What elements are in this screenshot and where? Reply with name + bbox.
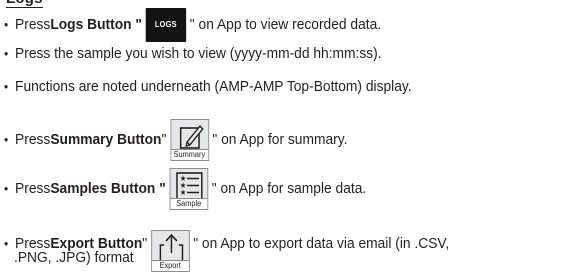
step-functions-text: Functions are noted underneath (AMP-AMP … — [15, 78, 412, 95]
export-arrow-icon: Export — [150, 230, 190, 272]
step-summary-bold: Summary Button — [50, 131, 162, 148]
bullet: • — [4, 181, 9, 196]
step-samples-pre: Press — [15, 180, 51, 197]
step-samples: • Press Samples Button " ★ ★ ★ Sample " … — [4, 168, 366, 210]
pencil-edit-icon: Summary — [170, 119, 209, 161]
step-logs-pre: Press — [15, 16, 51, 33]
logs-icon-label: LOGS — [154, 20, 177, 29]
step-summary-post: " on App for summary. — [212, 131, 348, 148]
step-export-continuation: .PNG, .JPG) format — [14, 249, 134, 266]
instructions-document: Logs • Press Logs Button " LOGS " on App… — [0, 0, 588, 272]
bullet: • — [4, 46, 9, 61]
svg-text:★: ★ — [180, 188, 187, 197]
section-heading: Logs — [6, 0, 43, 8]
step-select-sample: • Press the sample you wish to view (yyy… — [4, 45, 382, 63]
step-export-mid: " — [142, 235, 148, 252]
list-icon: ★ ★ ★ Sample — [169, 168, 209, 210]
step-functions: • Functions are noted underneath (AMP-AM… — [4, 78, 412, 96]
step-samples-post: " on App for sample data. — [211, 180, 367, 197]
sample-icon-caption: Sample — [170, 198, 208, 209]
step-summary-mid: " — [161, 131, 167, 148]
step-summary: • Press Summary Button " Summary " on Ap… — [4, 119, 347, 161]
step-samples-bold: Samples Button " — [50, 180, 166, 197]
export-icon-caption: Export — [151, 260, 189, 271]
summary-icon-caption: Summary — [170, 149, 208, 160]
step-summary-pre: Press — [15, 131, 51, 148]
bullet: • — [4, 132, 9, 147]
step-logs-post: " on App to view recorded data. — [189, 16, 382, 33]
logs-icon: LOGS — [145, 8, 187, 42]
bullet: • — [4, 17, 9, 32]
bullet: • — [4, 79, 9, 94]
step-select-sample-text: Press the sample you wish to view (yyyy-… — [15, 45, 382, 62]
step-logs: • Press Logs Button " LOGS " on App to v… — [4, 8, 381, 42]
step-export-post: " on App to export data via email (in .C… — [193, 235, 450, 252]
step-logs-bold: Logs Button " — [50, 16, 142, 33]
